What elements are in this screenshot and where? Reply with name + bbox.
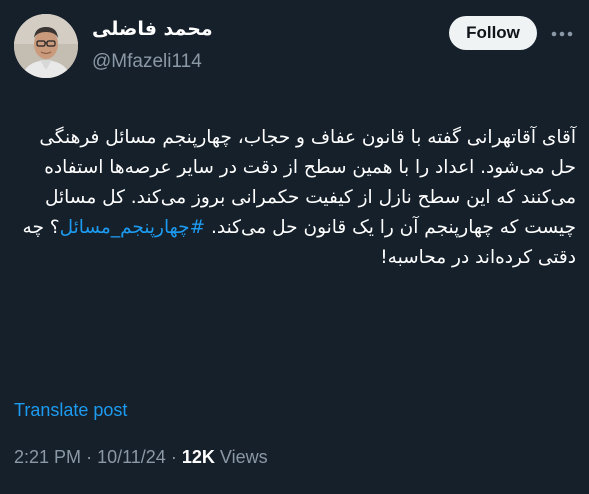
tweet-meta: 2:21 PM · 10/11/24 · 12K Views (14, 447, 268, 468)
views-label: Views (219, 447, 268, 467)
views-count: 12K (181, 447, 215, 467)
more-horizontal-icon (551, 31, 573, 37)
author-display-name[interactable]: محمد فاضلی (92, 18, 213, 40)
translate-post-link[interactable]: Translate post (14, 400, 127, 421)
tweet-card: محمد فاضلی @Mfazeli114 Follow آقای آقاته… (0, 0, 589, 494)
more-options-button[interactable] (548, 20, 576, 48)
meta-separator: · (86, 447, 93, 467)
author-handle[interactable]: @Mfazeli114 (92, 51, 202, 73)
avatar-photo (14, 14, 78, 78)
follow-button[interactable]: Follow (449, 16, 537, 50)
hashtag-link[interactable]: #چهارپنجم_مسائل (60, 217, 205, 238)
tweet-date[interactable]: 10/11/24 (97, 447, 166, 467)
avatar[interactable] (14, 14, 78, 78)
tweet-time[interactable]: 2:21 PM (14, 447, 81, 467)
meta-separator: · (170, 447, 177, 467)
tweet-text: آقای آقاتهرانی گفته با قانون عفاف و حجاب… (14, 123, 576, 273)
